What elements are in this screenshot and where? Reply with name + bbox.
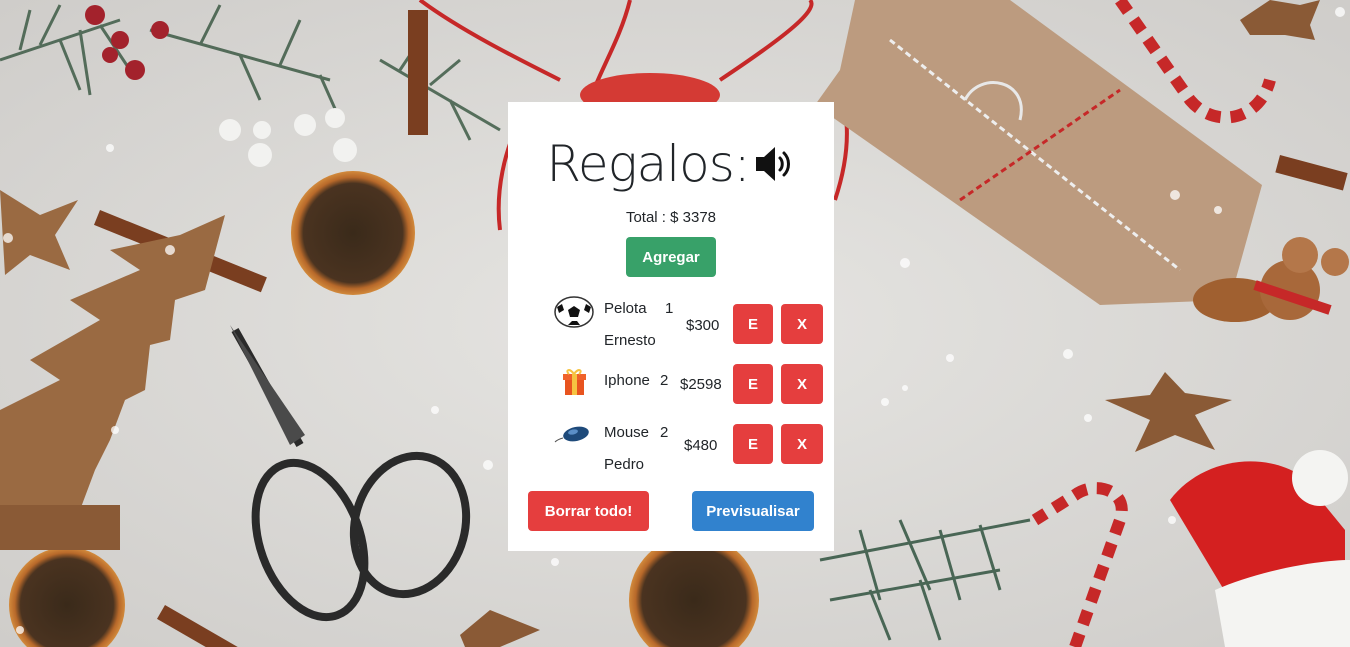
gift-list-card: Regalos: Total : $ 3378 Agregar Pelota 1… xyxy=(508,102,834,551)
gift-name: Mouse xyxy=(604,424,650,441)
gift-price: $2598 xyxy=(680,376,722,393)
gift-name: Iphone xyxy=(604,372,650,389)
gift-price: $300 xyxy=(686,317,720,334)
delete-gift-button[interactable]: X xyxy=(781,424,823,464)
gift-recipient: Pedro xyxy=(604,456,645,473)
total-label: Total : $ 3378 xyxy=(625,209,717,226)
speaker-volume-icon[interactable] xyxy=(752,144,796,184)
clear-all-button[interactable]: Borrar todo! xyxy=(528,491,649,531)
gift-row: Mouse 2 Pedro $480 E X xyxy=(508,416,834,480)
preview-button[interactable]: Previsualisar xyxy=(692,491,814,531)
page-title: Regalos: xyxy=(546,135,750,193)
title-row: Regalos: xyxy=(508,132,834,196)
gift-price: $480 xyxy=(684,437,718,454)
gift-quantity: 2 xyxy=(660,424,669,441)
gift-row: Pelota 1 Ernesto $300 E X xyxy=(508,296,834,360)
edit-gift-button[interactable]: E xyxy=(733,304,773,344)
gift-box-icon xyxy=(563,369,586,395)
computer-mouse-icon xyxy=(554,426,589,443)
gift-quantity: 1 xyxy=(665,300,674,317)
delete-gift-button[interactable]: X xyxy=(781,304,823,344)
soccer-ball-icon xyxy=(554,296,594,328)
delete-gift-button[interactable]: X xyxy=(781,364,823,404)
gift-quantity: 2 xyxy=(660,372,669,389)
edit-gift-button[interactable]: E xyxy=(733,424,773,464)
gift-name: Pelota xyxy=(604,300,647,317)
gift-recipient: Ernesto xyxy=(604,332,656,349)
add-gift-button[interactable]: Agregar xyxy=(626,237,716,277)
edit-gift-button[interactable]: E xyxy=(733,364,773,404)
